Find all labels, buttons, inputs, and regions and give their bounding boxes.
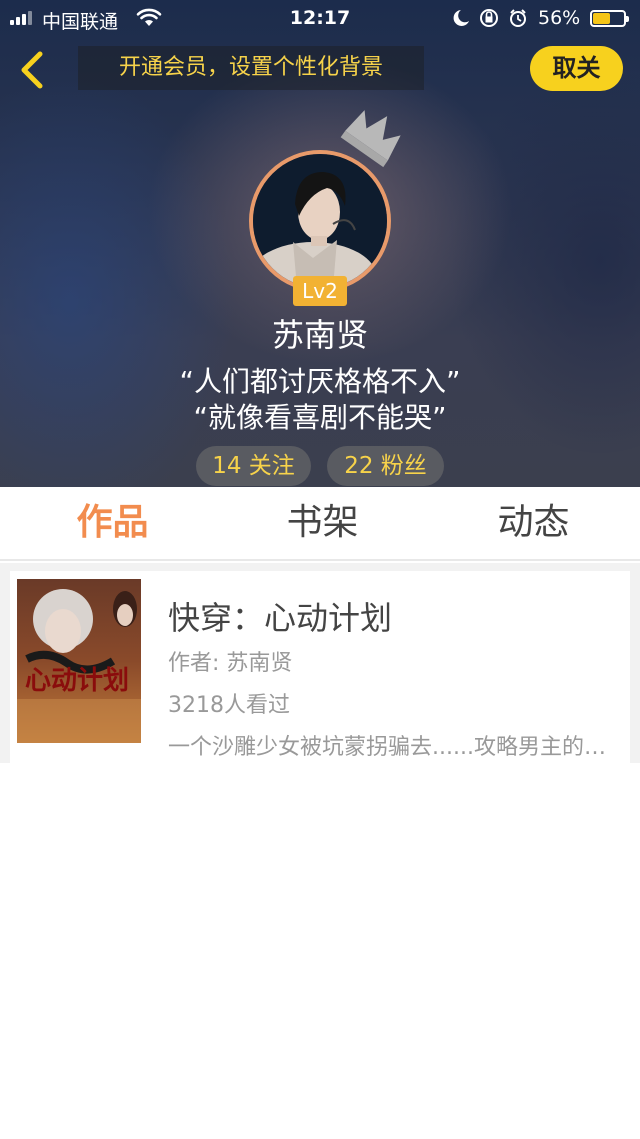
battery-icon [590,10,629,27]
following-count-button[interactable]: 14 关注 [196,446,311,486]
tab-activity[interactable]: 动态 [427,487,640,559]
unfollow-button[interactable]: 取关 [530,46,623,91]
book-read-count: 3218人看过 [168,693,290,718]
bio-line-2: “就像看喜剧不能哭” [193,401,447,434]
tab-bookshelf[interactable]: 书架 [216,487,429,559]
svg-text:心动计划: 心动计划 [25,666,129,696]
book-card[interactable]: 心动计划 快穿：心动计划 作者: 苏南贤 3218人看过 一个沙雕少女被坑蒙拐骗… [10,571,630,763]
fans-count-button[interactable]: 22 粉丝 [327,446,444,486]
book-cover-image: 心动计划 [17,579,141,743]
status-icons [453,9,526,27]
battery-level [593,13,610,24]
rotation-lock-icon [480,9,498,27]
moon-icon [453,10,469,26]
username: 苏南贤 [271,316,368,354]
book-description: 一个沙雕少女被坑蒙拐骗去......攻略男主的故事 [168,735,608,760]
profile-tabs: 作品 书架 动态 [0,487,640,561]
profile-header: 中国联通 12:17 56% 开通会员，设置个性化背景 取关 Lv2 苏南贤 “… [0,0,640,487]
vip-background-banner[interactable]: 开通会员，设置个性化背景 [78,46,424,90]
tab-works[interactable]: 作品 [6,487,219,559]
battery-percent: 56% [538,7,581,29]
bio-line-1: “人们都讨厌格格不入” [179,365,461,398]
status-bar: 中国联通 12:17 56% [0,0,640,36]
back-button[interactable] [14,48,50,92]
avatar[interactable] [249,150,391,292]
chevron-left-icon [21,51,43,89]
book-author: 作者: 苏南贤 [168,651,293,676]
alarm-icon [510,9,526,27]
works-list: 心动计划 快穿：心动计划 作者: 苏南贤 3218人看过 一个沙雕少女被坑蒙拐骗… [0,563,640,763]
avatar-image [253,154,387,288]
book-cover[interactable]: 心动计划 [17,579,141,743]
book-title[interactable]: 快穿：心动计划 [168,593,392,639]
level-badge: Lv2 [293,276,347,306]
